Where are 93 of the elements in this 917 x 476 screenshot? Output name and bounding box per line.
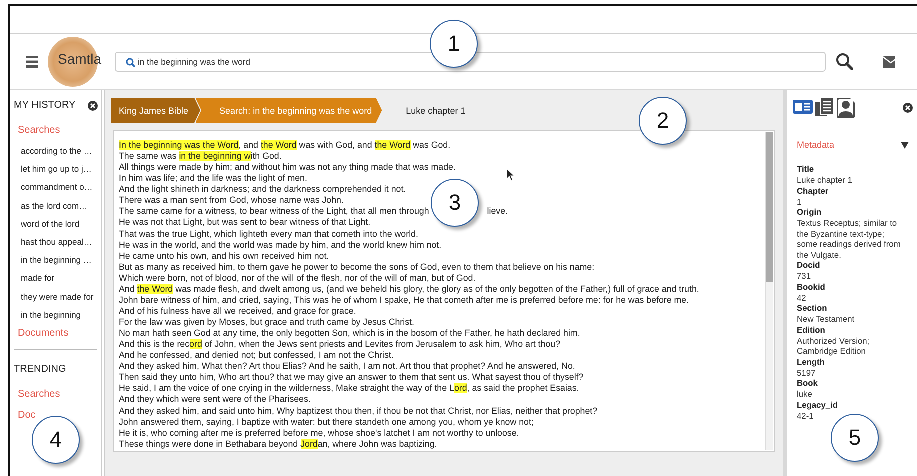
scrollbar[interactable] xyxy=(765,132,773,450)
verse-text: He was in the world, and the world was made by him, and the world knew him not. xyxy=(119,240,442,250)
documents-icon[interactable] xyxy=(815,98,835,118)
field-value: 42 xyxy=(797,292,808,303)
verse-text: That was the true Light, which lighteth every man that cometh into the world. xyxy=(119,228,418,238)
verse-text: was with God, and xyxy=(298,140,374,150)
verse-text: In the beginning was the Word xyxy=(119,140,239,150)
verse-text: He came unto his own, and his own received him not. xyxy=(119,250,330,261)
field-value: luke xyxy=(797,389,814,400)
verse-text: Which were born, not of blood, nor of the will of the flesh, nor of the will of man, but of God. xyxy=(119,272,476,283)
field-label: Section xyxy=(797,303,828,314)
verse-text: And they which were sent were of the Pharisees. xyxy=(119,394,311,404)
search-field[interactable]: in the beginning was the word xyxy=(115,52,826,72)
verse-text: And he confessed, and denied not; but confessed, I am not the Christ. xyxy=(119,350,394,360)
field-label: Origin xyxy=(797,207,823,218)
search-icon xyxy=(126,58,135,66)
verse-text: And they asked him, and said unto him, Why baptizest thou then, if thou be not that Christ, nor Elias, neither that prophet? xyxy=(119,406,598,416)
cursor-icon xyxy=(507,169,515,181)
verse-text: , as said the prophet Esaias. xyxy=(467,383,580,394)
history-item[interactable]: in the beginning … xyxy=(21,255,101,266)
verse-text: He it is, who coming after me is preferred before me, whose shoe's latchet I am not worthy to unloose. xyxy=(119,428,520,438)
field-value: 731 xyxy=(797,271,812,282)
verse-text: In him was life; and the life was the light of men. xyxy=(119,173,308,184)
history-item[interactable]: as the lord com… xyxy=(21,200,101,211)
searches-link[interactable]: Searches xyxy=(18,125,60,136)
field-label: Bookid xyxy=(797,282,826,292)
field-value: Textus Receptus; similar to the Byzantine text-type; some readings derived from the Vulgate. xyxy=(797,218,902,260)
verse-text: And of his fulness have all we received, and grace for grace. xyxy=(119,306,356,316)
close-icon[interactable] xyxy=(88,100,98,110)
section-heading: TRENDING xyxy=(14,364,66,375)
verse-text: , and xyxy=(238,140,260,150)
field-label: Legacy_id xyxy=(797,400,839,410)
verse-text: ord xyxy=(454,383,468,394)
verse-text: He was not that Light, but was sent to bear witness of that Light. xyxy=(119,217,371,228)
callout-marker: 5 xyxy=(831,414,879,462)
field-value: Authorized Version; Cambridge Edition xyxy=(797,336,871,356)
verse-text: There was a man sent from God, whose name was John. xyxy=(119,195,344,206)
verse-text: was made flesh, and dwelt among us, (and we beheld his glory, the glory as of the only begotten of the Father,) full of grace and truth. xyxy=(174,284,700,294)
verse-text: For the law was given by Moses, but grace and truth came by Jesus Christ. xyxy=(119,317,414,327)
history-item[interactable]: word of the lord xyxy=(21,218,101,229)
history-item[interactable]: hast thou appeal… xyxy=(21,236,101,247)
caret-icon[interactable] xyxy=(901,142,909,148)
search-icon[interactable] xyxy=(836,53,853,70)
verse-text: All things were made by him; and without him was not any thing made that was made. xyxy=(119,162,456,172)
history-item[interactable]: in the beginning xyxy=(21,310,101,320)
verse-text: of John, when the Jews sent priests and Levites from Jerusalem to ask him, Who art thou? xyxy=(204,339,561,350)
verse-text: The same came for a witness, to bear witness of the Light, that all men through xyxy=(119,206,430,216)
verse-text: an, where John was baptizing. xyxy=(318,438,438,449)
field-label: Docid xyxy=(797,260,822,271)
verse-text: These things were done in Bethabara beyond xyxy=(119,438,300,449)
field-value: 1 xyxy=(797,196,803,207)
field-value: 5197 xyxy=(797,368,817,378)
field-label: Edition xyxy=(797,324,826,336)
person-icon[interactable] xyxy=(837,98,857,118)
history-item[interactable]: let him go up to j… xyxy=(21,164,101,174)
field-label: Chapter xyxy=(797,186,830,196)
metadata-heading[interactable]: Metadata xyxy=(797,140,835,150)
history-item[interactable]: according to the … xyxy=(21,146,101,156)
breadcrumb-item[interactable]: King James Bible xyxy=(111,98,201,123)
field-value: 42-1 xyxy=(797,410,815,421)
verse-text: And the light shineth in darkness; and the darkness comprehended it not. xyxy=(119,184,406,194)
history-item[interactable]: made for xyxy=(21,273,101,284)
field-value: Luke chapter 1 xyxy=(797,175,854,186)
verse-text: And xyxy=(119,284,136,294)
callout-marker: 1 xyxy=(430,20,478,68)
close-icon[interactable] xyxy=(903,103,913,113)
verse-text: in the beginning w xyxy=(179,151,251,162)
field-label: Title xyxy=(797,164,816,175)
searches-link[interactable]: Searches xyxy=(18,388,60,400)
documents-link[interactable]: Documents xyxy=(18,328,69,339)
verse-text: But as many as received him, to them gave he power to become the sons of God, even to them that believe on his name: xyxy=(119,262,595,272)
breadcrumb-item[interactable]: Luke chapter 1 xyxy=(382,98,466,123)
verse-text: John bare witness of him, and cried, saying, This was he of whom I spake, He that cometh after me is preferred before me: for he was before me. xyxy=(119,294,690,305)
field-value: New Testament xyxy=(797,314,856,324)
menu-icon[interactable] xyxy=(26,56,38,68)
verse-text: The same was xyxy=(119,151,178,162)
field-label: Book xyxy=(797,378,819,389)
field-label: Length xyxy=(797,356,826,368)
verse-text: was God. xyxy=(412,140,451,150)
verse-text: He said, I am the voice of one crying in the wilderness, Make straight the way of the L xyxy=(119,383,454,394)
verse-text: the Word xyxy=(137,284,174,294)
mail-icon[interactable] xyxy=(883,56,895,68)
history-item[interactable]: they were made for xyxy=(21,292,101,302)
history-item[interactable]: commandment o… xyxy=(21,182,101,192)
verse-text: No man hath seen God at any time, the only begotten Son, which is in the bosom of the Father, he hath declared him. xyxy=(119,328,580,338)
verse-text: John answered them, saying, I baptize with water: but there standeth one among you, whom ye know not; xyxy=(119,416,534,427)
section-heading: MY HISTORY xyxy=(14,100,76,111)
verse-text: And they asked him, What then? Art thou Elias? And he saith, I am not. Art thou that prophet? And he answered, No. xyxy=(119,361,576,372)
verse-text: And this is the rec xyxy=(119,339,190,350)
verse-text: the Word xyxy=(260,140,297,150)
verse-text: ith God. xyxy=(250,151,282,162)
verse-text: Then said they unto him, Who art thou? that we may give an answer to them that sent us. What sayest thou of thyself? xyxy=(119,372,584,382)
verse-text: lieve. xyxy=(487,206,508,216)
